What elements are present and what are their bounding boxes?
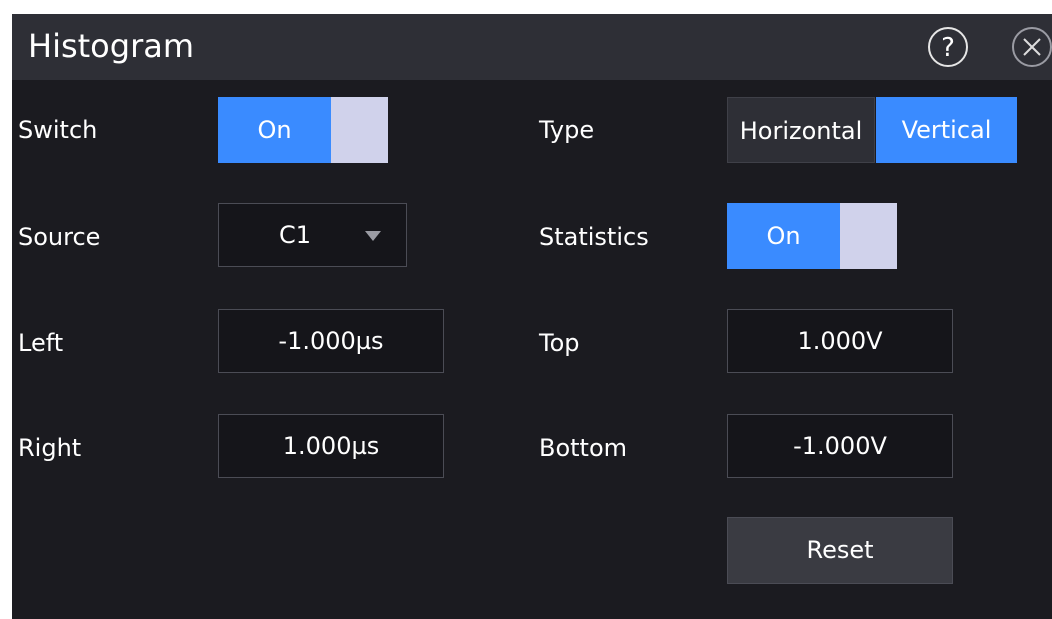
type-horizontal-option[interactable]: Horizontal <box>727 97 875 163</box>
statistics-toggle-on: On <box>727 203 840 269</box>
statistics-toggle-knob <box>840 203 897 269</box>
type-label: Type <box>539 116 595 144</box>
histogram-dialog: Histogram ? Switch On Source C1 Left -1.… <box>12 14 1052 619</box>
dropdown-arrow-icon <box>365 231 381 241</box>
switch-label: Switch <box>18 116 98 144</box>
help-icon[interactable]: ? <box>928 27 968 67</box>
reset-button[interactable]: Reset <box>727 517 953 584</box>
switch-toggle-on: On <box>218 97 331 163</box>
title-bar: Histogram ? <box>12 14 1052 80</box>
left-input[interactable]: -1.000µs <box>218 309 444 373</box>
source-select-value: C1 <box>279 221 312 249</box>
top-input[interactable]: 1.000V <box>727 309 953 373</box>
top-label: Top <box>539 329 580 357</box>
source-select[interactable]: C1 <box>218 203 407 267</box>
right-input[interactable]: 1.000µs <box>218 414 444 478</box>
type-vertical-option[interactable]: Vertical <box>876 97 1017 163</box>
left-label: Left <box>18 329 64 357</box>
switch-toggle-knob <box>331 97 388 163</box>
bottom-label: Bottom <box>539 434 628 462</box>
switch-toggle[interactable]: On <box>218 97 388 163</box>
statistics-toggle[interactable]: On <box>727 203 897 269</box>
right-label: Right <box>18 434 82 462</box>
svg-text:?: ? <box>941 33 955 63</box>
source-label: Source <box>18 223 101 251</box>
bottom-input[interactable]: -1.000V <box>727 414 953 478</box>
statistics-label: Statistics <box>539 223 649 251</box>
dialog-title: Histogram <box>28 27 194 65</box>
close-icon[interactable] <box>1012 27 1052 67</box>
